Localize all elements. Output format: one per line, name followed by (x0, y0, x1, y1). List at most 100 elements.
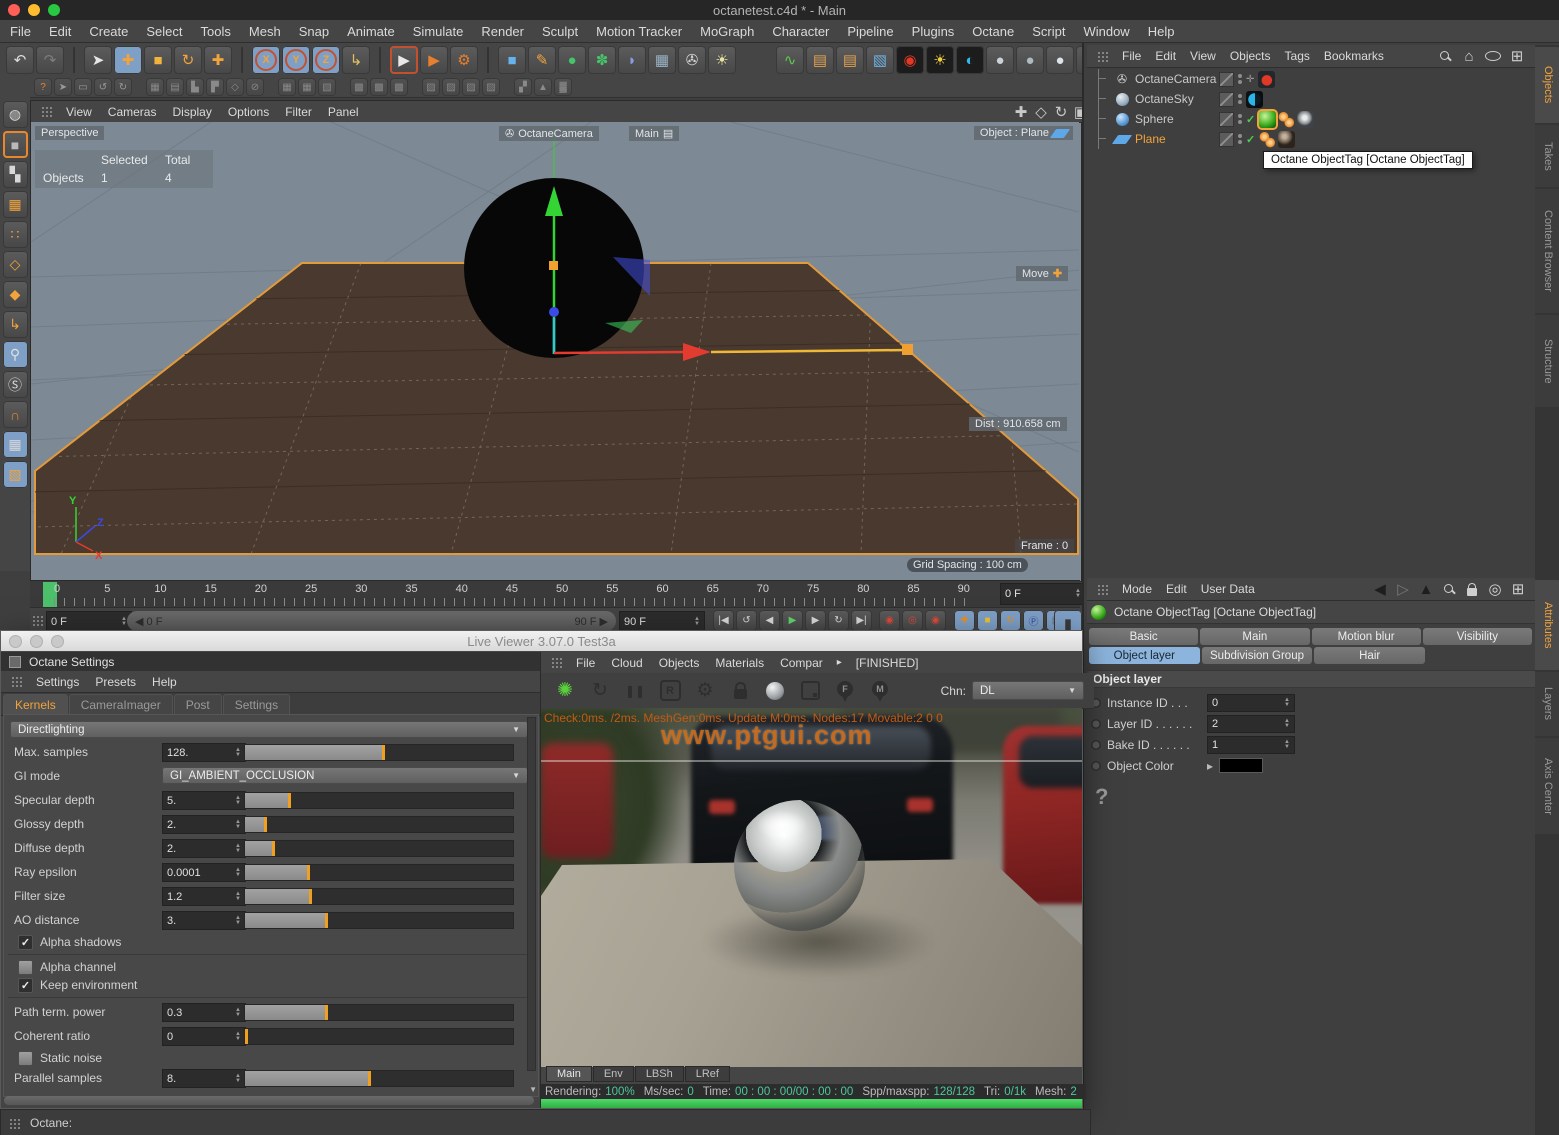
object-name[interactable]: OctaneSky (1135, 92, 1219, 106)
magnet-tool-icon[interactable]: ▓ (554, 78, 572, 96)
menu-item-cameras[interactable]: Cameras (108, 105, 157, 119)
menu-item-compar[interactable]: Compar (780, 656, 823, 670)
param-slider[interactable] (244, 792, 514, 809)
param-slider[interactable] (244, 1004, 514, 1021)
axis-mode-icon[interactable]: ↳ (2, 311, 28, 338)
menu-item-objects[interactable]: Objects (659, 656, 700, 670)
checkbox-alpha-channel[interactable] (18, 959, 33, 975)
modifier-tool-icon[interactable]: ▨ (442, 78, 460, 96)
param-value-input[interactable]: 8. ▲ ▼ (162, 1069, 246, 1088)
rect-select-icon[interactable]: ▭ (74, 78, 92, 96)
view-type-label[interactable]: Perspective (35, 126, 105, 140)
tag-odots-icon[interactable] (1259, 130, 1277, 148)
param-slider[interactable] (244, 888, 514, 905)
menu-item-snap[interactable]: Snap (299, 24, 329, 39)
model-mode-icon[interactable]: ■ (2, 131, 28, 158)
layer-toggle[interactable] (1219, 111, 1234, 127)
panel-grip-icon[interactable] (551, 657, 562, 668)
panel-grip-icon[interactable] (1097, 50, 1108, 62)
octane-environment-icon[interactable]: ◐ (956, 46, 984, 74)
param-value-input[interactable]: 3. ▲ ▼ (162, 911, 246, 930)
tab-post[interactable]: Post (173, 694, 222, 715)
tree-item-sphere[interactable]: Sphere ✓ (1090, 109, 1534, 129)
side-tab-layers[interactable]: Layers (1535, 672, 1559, 736)
modifier-tool-icon[interactable]: ▨ (462, 78, 480, 96)
param-value-input[interactable]: 0 ▲ ▼ (162, 1027, 246, 1046)
stepper-icon[interactable]: ▲ ▼ (235, 843, 241, 854)
pass-tab-main[interactable]: Main (546, 1066, 592, 1082)
tab-basic[interactable]: Basic (1089, 628, 1199, 645)
key-scale-icon[interactable]: ■ (977, 610, 998, 631)
paint-setup-icon[interactable]: ◍ (2, 101, 28, 128)
stepper-icon[interactable]: ▲ ▼ (1284, 718, 1290, 729)
axis-move-icon[interactable]: ✚ (204, 46, 232, 74)
tag-darkball-icon[interactable] (1278, 130, 1296, 148)
stepper-icon[interactable]: ▲ ▼ (235, 819, 241, 830)
menu-item-materials[interactable]: Materials (715, 656, 764, 670)
param-value-input[interactable]: 2. ▲ ▼ (162, 839, 246, 858)
menu-item-edit[interactable]: Edit (49, 24, 71, 39)
select-arrow-icon[interactable]: ➤ (54, 78, 72, 96)
stepper-icon[interactable]: ▲ ▼ (1284, 739, 1290, 750)
previous-key-icon[interactable]: ◀ (759, 610, 780, 631)
modifier-tool-icon[interactable]: ▨ (482, 78, 500, 96)
stepper-icon[interactable]: ▲ ▼ (235, 1073, 241, 1084)
menu-item-tools[interactable]: Tools (201, 24, 231, 39)
tag-env-icon[interactable] (1246, 90, 1263, 108)
tag-odots-icon[interactable] (1278, 110, 1296, 128)
layer-toggle[interactable] (1219, 91, 1234, 107)
next-key-icon[interactable]: ↻ (828, 610, 849, 631)
undo-icon[interactable]: ↶ (6, 46, 34, 74)
stepper-icon[interactable]: ▲ ▼ (235, 867, 241, 878)
texture-mode-icon[interactable]: ▚ (2, 161, 28, 188)
stepper-icon[interactable]: ▲ ▼ (694, 616, 700, 627)
menu-item-octane[interactable]: Octane (972, 24, 1014, 39)
lock-resolution-icon[interactable] (728, 679, 752, 703)
param-slider[interactable] (244, 1028, 514, 1045)
tab-kernels[interactable]: Kernels (3, 694, 68, 715)
mesh-tool-icon[interactable]: ▛ (206, 78, 224, 96)
axis-tool-icon[interactable]: ▲ (534, 78, 552, 96)
coord-system-icon[interactable]: ↳ (342, 46, 370, 74)
material-picker-icon[interactable]: M (868, 679, 892, 703)
horizontal-scrollbar[interactable] (4, 1096, 534, 1105)
mesh-tool-icon[interactable]: ⊘ (246, 78, 264, 96)
array-tool-icon[interactable]: ▩ (390, 78, 408, 96)
camera-icon[interactable]: ✇ (678, 46, 706, 74)
mesh-tool-icon[interactable]: ◇ (226, 78, 244, 96)
checkbox-keep-environment[interactable]: ✓ (18, 977, 33, 993)
tag-otag-sel-icon[interactable] (1259, 110, 1277, 128)
panel-grip-icon[interactable] (9, 1117, 20, 1129)
side-tab-content-browser[interactable]: Content Browser (1535, 189, 1559, 313)
grid-tool-icon[interactable]: ▦ (278, 78, 296, 96)
panel-grip-icon[interactable] (11, 676, 22, 687)
search-icon[interactable] (1437, 48, 1453, 64)
expand-arrow-icon[interactable]: ▸ (1207, 759, 1213, 773)
side-tab-structure[interactable]: Structure (1535, 315, 1559, 407)
deformer-icon[interactable]: ◗ (618, 46, 646, 74)
stepper-icon[interactable]: ▲ ▼ (1075, 588, 1081, 599)
octane-picture-icon[interactable]: ▧ (866, 46, 894, 74)
stepper-icon[interactable]: ▲ ▼ (235, 1007, 241, 1018)
pan-view-icon[interactable]: ✚ (1013, 104, 1029, 121)
param-value-input[interactable]: 5. ▲ ▼ (162, 791, 246, 810)
menu-item-plugins[interactable]: Plugins (912, 24, 955, 39)
viewport[interactable]: View Cameras Display Options Filter Panel ✚ ◇ ↻… (30, 100, 1099, 582)
stepper-icon[interactable]: ▲ ▼ (1284, 697, 1290, 708)
menu-item-select[interactable]: Select (146, 24, 182, 39)
tab-main[interactable]: Main (1200, 628, 1310, 645)
material-preview-icon[interactable] (763, 679, 787, 703)
mograph-icon[interactable]: ✽ (588, 46, 616, 74)
tag-checker-icon[interactable] (1297, 110, 1315, 128)
tree-item-octanesky[interactable]: OctaneSky (1090, 89, 1534, 109)
octane-camera-icon[interactable]: ◉ (896, 46, 924, 74)
octane-logo-icon[interactable]: ✺ (553, 679, 577, 703)
param-value-input[interactable]: 128. ▲ ▼ (162, 743, 246, 762)
back-icon[interactable]: ◀ (1373, 581, 1387, 598)
menu-item-view[interactable]: View (66, 105, 92, 119)
floor-icon[interactable]: ▦ (648, 46, 676, 74)
add-panel-icon[interactable]: ⊞ (1511, 581, 1525, 598)
menu-item-mograph[interactable]: MoGraph (700, 24, 754, 39)
mesh-tool-icon[interactable]: ▤ (166, 78, 184, 96)
next-frame-icon[interactable]: ▶ (805, 610, 826, 631)
